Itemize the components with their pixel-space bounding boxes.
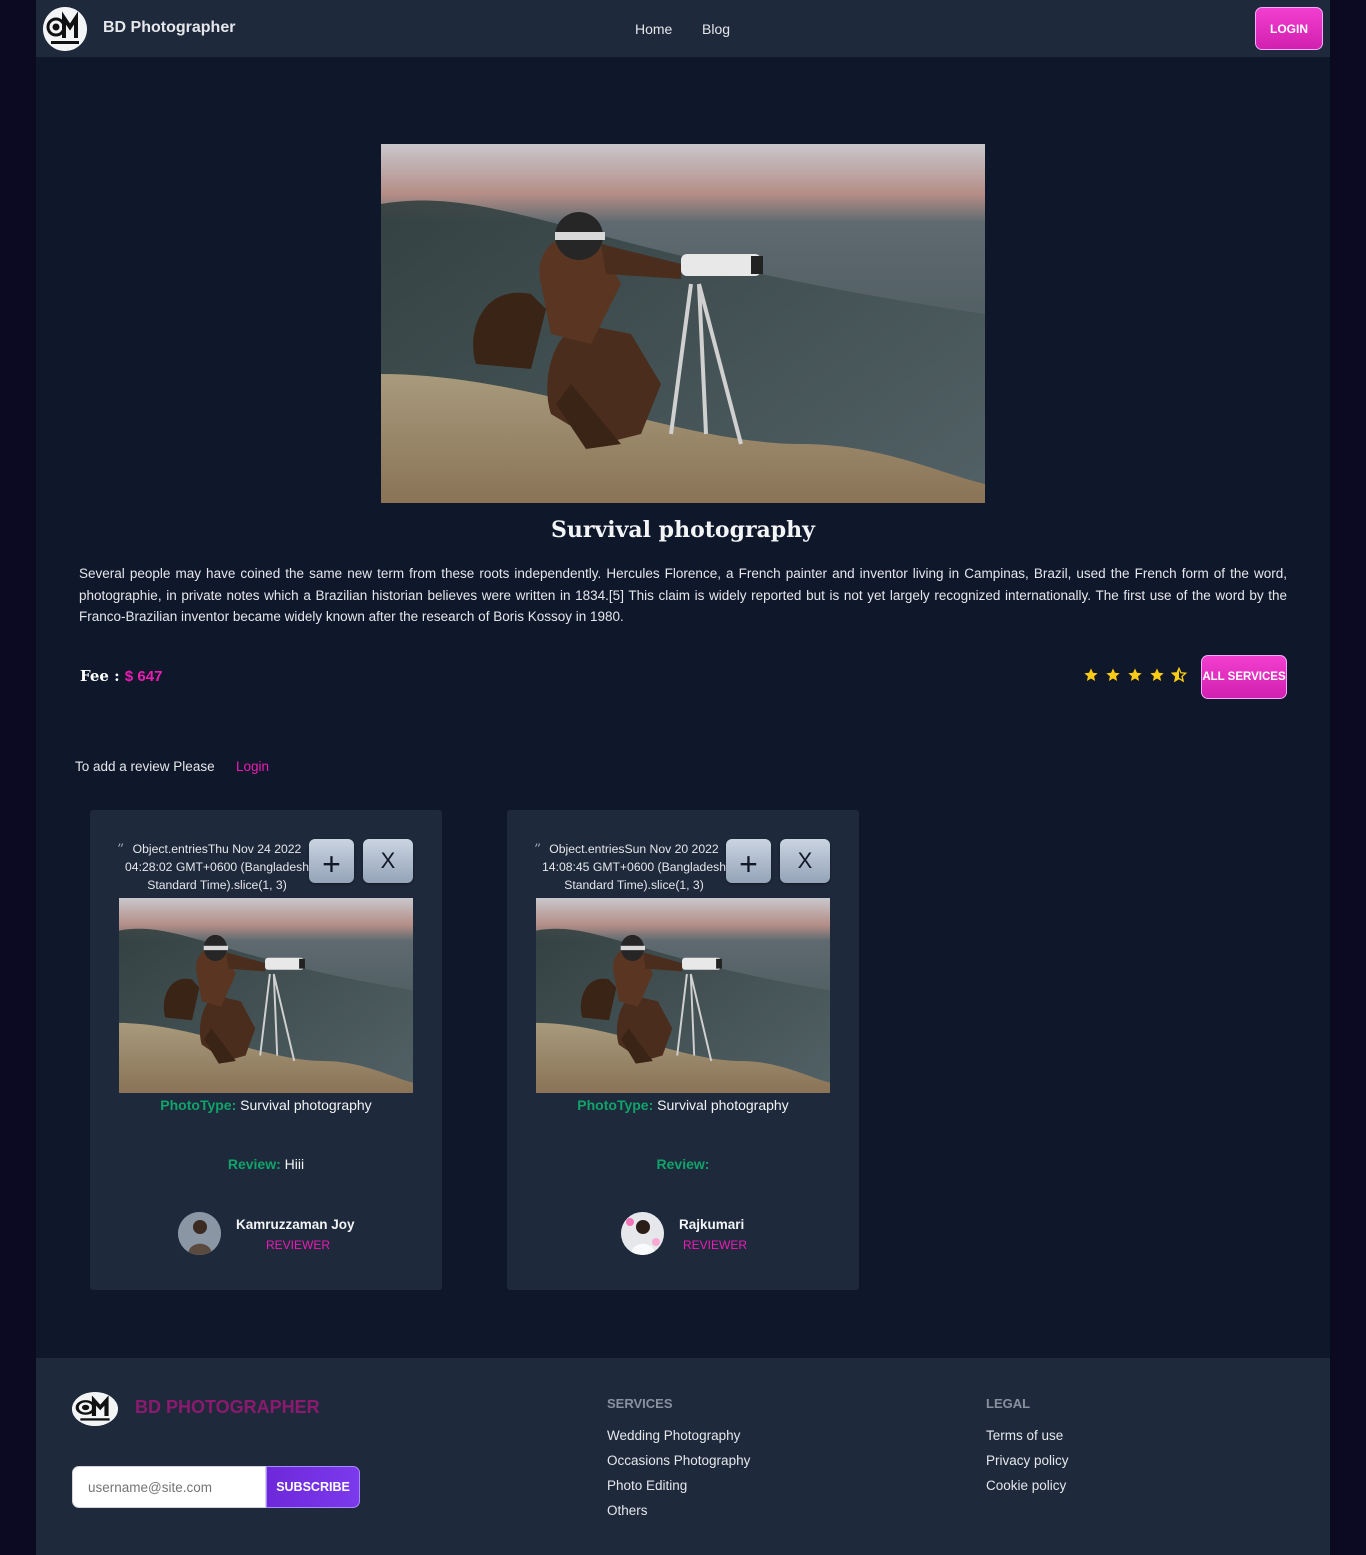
photo-type-label: PhotoType: <box>160 1097 237 1113</box>
services-heading: SERVICES <box>607 1396 673 1411</box>
avatar <box>621 1212 664 1255</box>
reviewer-info: Rajkumari REVIEWER <box>621 1212 781 1256</box>
reviewer-role: REVIEWER <box>266 1238 331 1252</box>
legal-heading: LEGAL <box>986 1396 1031 1411</box>
star-icon <box>1105 667 1121 683</box>
review-text: Review: <box>507 1156 859 1172</box>
review-photo <box>119 898 413 1093</box>
review-label: Review: <box>656 1156 710 1172</box>
review-date: Object.entriesThu Nov 24 2022 04:28:02 G… <box>125 842 309 892</box>
reviewer-name: Rajkumari <box>679 1217 745 1232</box>
close-icon: X <box>380 848 396 873</box>
nav-home-link[interactable]: Home <box>635 21 672 37</box>
nav-blog-link[interactable]: Blog <box>702 21 730 37</box>
navbar: BD Photographer Home Blog LOGIN <box>36 0 1330 57</box>
subscribe-button[interactable]: SUBSCRIBE <box>266 1466 360 1508</box>
photo-type-label: PhotoType: <box>577 1097 654 1113</box>
login-button[interactable]: LOGIN <box>1255 7 1323 50</box>
review-label: Review: <box>227 1156 281 1172</box>
review-prompt-text: To add a review Please <box>75 759 215 774</box>
edit-review-button[interactable]: + <box>309 839 354 883</box>
review-value: Hiii <box>284 1156 305 1172</box>
reviewer-role: REVIEWER <box>683 1238 748 1252</box>
newsletter-email-input[interactable] <box>72 1466 266 1508</box>
service-photo <box>381 144 985 503</box>
photo-type: PhotoType: Survival photography <box>90 1097 442 1113</box>
page: BD Photographer Home Blog LOGIN Survival… <box>36 0 1330 1555</box>
footer-link-privacy[interactable]: Privacy policy <box>986 1453 1069 1468</box>
footer-link-photo-editing[interactable]: Photo Editing <box>607 1478 687 1493</box>
plus-icon: + <box>739 846 758 882</box>
star-icon <box>1149 667 1165 683</box>
reviewer-info: Kamruzzaman Joy REVIEWER <box>178 1212 378 1256</box>
delete-review-button[interactable]: X <box>780 839 830 883</box>
review-card: ” Object.entriesThu Nov 24 2022 04:28:02… <box>90 810 442 1290</box>
fee-amount: $ 647 <box>124 668 163 685</box>
photo-type-value: Survival photography <box>657 1097 789 1113</box>
edit-review-button[interactable]: + <box>726 839 771 883</box>
all-services-button[interactable]: ALL SERVICES <box>1201 655 1287 699</box>
footer-link-occasions[interactable]: Occasions Photography <box>607 1453 750 1468</box>
photo-type-value: Survival photography <box>240 1097 372 1113</box>
service-title: Survival photography <box>551 517 815 543</box>
brand-name[interactable]: BD Photographer <box>103 19 235 37</box>
service-description: Several people may have coined the same … <box>79 566 1287 624</box>
review-card: ” Object.entriesSun Nov 20 2022 14:08:45… <box>507 810 859 1290</box>
footer-link-terms[interactable]: Terms of use <box>986 1428 1063 1443</box>
close-icon: X <box>797 848 813 873</box>
logo-camera-icon[interactable] <box>43 7 87 51</box>
plus-icon: + <box>322 846 341 882</box>
footer-link-cookie[interactable]: Cookie policy <box>986 1478 1066 1493</box>
review-photo <box>536 898 830 1093</box>
footer-link-wedding[interactable]: Wedding Photography <box>607 1428 740 1443</box>
review-date: Object.entriesSun Nov 20 2022 14:08:45 G… <box>542 842 726 892</box>
star-icon <box>1083 667 1099 683</box>
footer: BD PHOTOGRAPHER SUBSCRIBE SERVICES Weddi… <box>36 1358 1330 1555</box>
delete-review-button[interactable]: X <box>363 839 413 883</box>
photo-type: PhotoType: Survival photography <box>507 1097 859 1113</box>
footer-link-others[interactable]: Others <box>607 1503 648 1518</box>
logo-camera-icon[interactable] <box>72 1392 118 1426</box>
star-icon <box>1127 667 1143 683</box>
fee-label: Fee : <box>80 667 120 685</box>
footer-brand[interactable]: BD PHOTOGRAPHER <box>135 1397 320 1418</box>
review-login-link[interactable]: Login <box>236 759 269 774</box>
rating-stars <box>1083 667 1187 683</box>
avatar <box>178 1212 221 1255</box>
service-fee: Fee : $ 647 <box>80 667 162 685</box>
review-text: Review: Hiii <box>90 1156 442 1172</box>
reviewer-name: Kamruzzaman Joy <box>236 1217 355 1232</box>
star-half-icon <box>1171 667 1187 683</box>
